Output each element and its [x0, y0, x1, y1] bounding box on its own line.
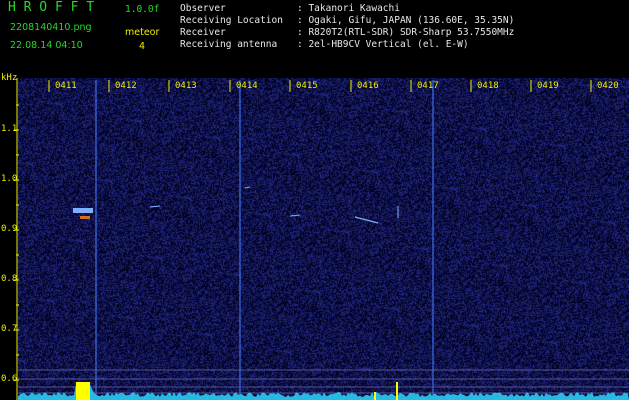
frequency-tick-label: 0.8 [1, 274, 18, 284]
time-tick-label: 0419 [537, 81, 559, 91]
frequency-tick-label: 0.6 [1, 374, 18, 384]
meteor-trace [244, 186, 251, 189]
frequency-tick-label: 1.0 [1, 174, 18, 184]
time-tick-label: 0414 [236, 81, 258, 91]
time-tick-label: 0412 [115, 81, 137, 91]
meteor-trace [289, 214, 301, 217]
meteor-echo [73, 208, 93, 213]
frequency-tick-label: 0.7 [1, 324, 18, 334]
spectrogram-overlay [14, 78, 629, 400]
time-tick-label: 0411 [55, 81, 77, 91]
time-tick-label: 0416 [357, 81, 379, 91]
spectrum-peak [76, 382, 90, 400]
time-tick-label: 0417 [417, 81, 439, 91]
meteor-trace [149, 205, 161, 208]
frequency-tick-label: 1.1 [1, 124, 18, 134]
spectrum-peak [396, 382, 398, 400]
spectrum-peak [374, 392, 376, 400]
frequency-tick-label: 0.9 [1, 224, 18, 234]
meteor-echo-core [80, 216, 90, 219]
meteor-trace [354, 216, 379, 224]
time-tick-label: 0415 [296, 81, 318, 91]
time-tick-label: 0413 [175, 81, 197, 91]
hrofft-window: H R O F F T 1.0.0f 2208140410.png 22.08.… [0, 0, 629, 400]
time-tick-label: 0418 [477, 81, 499, 91]
time-tick-label: 0420 [597, 81, 619, 91]
spectrum-trace [18, 383, 629, 400]
